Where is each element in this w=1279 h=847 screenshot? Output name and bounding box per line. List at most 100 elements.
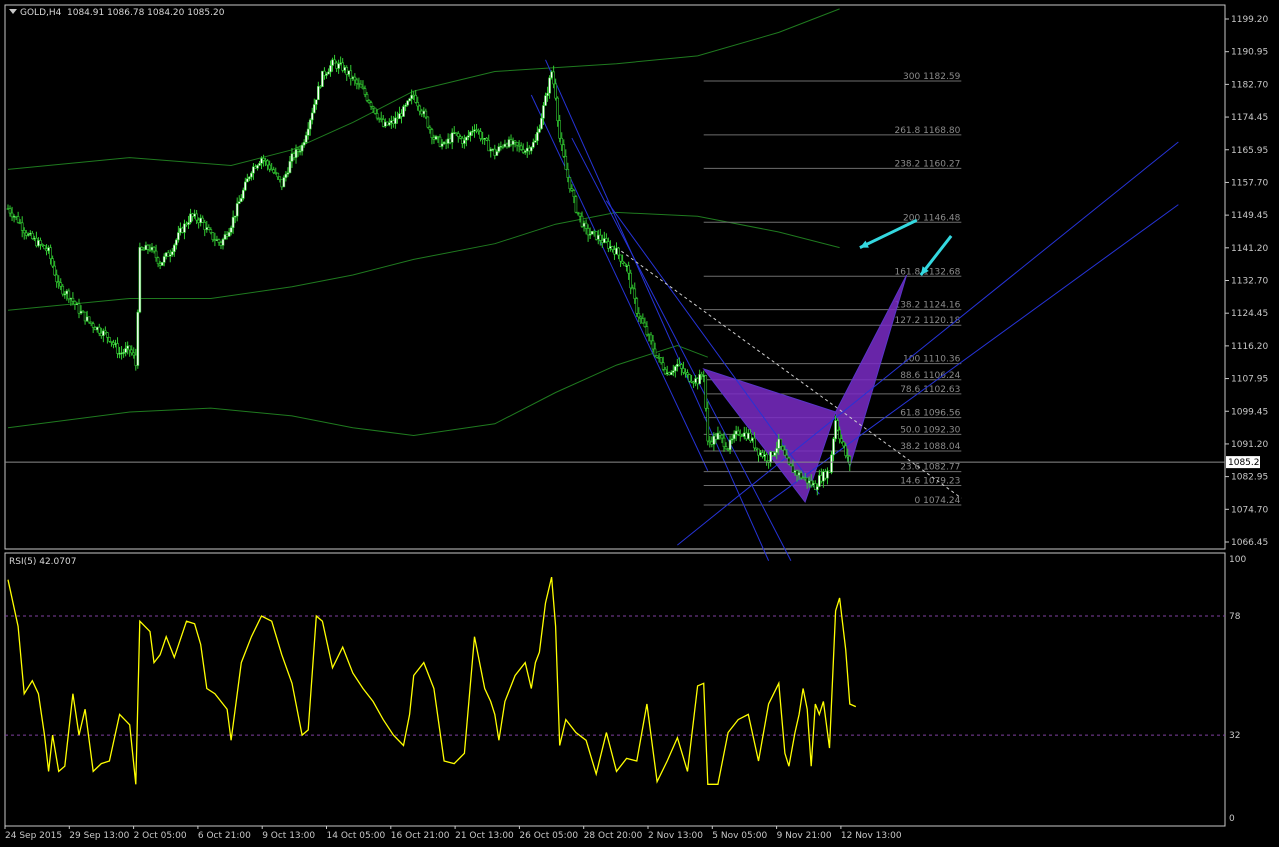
candle-body	[576, 211, 580, 214]
candle-body	[625, 265, 628, 267]
candle-body	[536, 131, 539, 142]
candle-body	[461, 137, 464, 144]
candle-body	[110, 340, 113, 343]
candle-body	[353, 76, 357, 81]
candle-body	[732, 433, 736, 440]
candle-body	[692, 381, 695, 384]
candle-body	[501, 145, 505, 148]
candle-body	[452, 132, 456, 134]
candle-body	[385, 121, 389, 126]
candle-body	[345, 67, 349, 75]
candle-body	[264, 160, 267, 162]
candle-body	[454, 132, 458, 134]
candle-body	[550, 71, 553, 79]
candle-body	[803, 477, 807, 480]
candle-body	[566, 168, 570, 178]
candle-body	[787, 457, 791, 465]
candle-body	[562, 144, 566, 157]
candle-body	[203, 222, 207, 230]
candle-body	[540, 117, 543, 130]
candle-body	[179, 227, 182, 233]
candle-body	[771, 451, 774, 456]
candle-body	[274, 172, 278, 174]
rsi-tick-label: 0	[1229, 814, 1235, 824]
candle-body	[379, 118, 383, 120]
candle-body	[375, 113, 379, 119]
candle-body	[43, 245, 46, 250]
candle-body	[428, 126, 432, 130]
candle-body	[400, 113, 403, 117]
candle-body	[164, 252, 168, 257]
fib-level-label: 50.0 1092.30	[900, 425, 960, 435]
candle-body	[333, 59, 336, 64]
fib-level-label: 61.8 1096.56	[900, 409, 960, 419]
candle-body	[558, 120, 562, 139]
chart-background	[0, 0, 1279, 843]
candle-body	[698, 374, 701, 385]
chart-canvas: 300 1182.59261.8 1168.80238.2 1160.27200…	[0, 0, 1279, 843]
candle-body	[396, 117, 399, 120]
candle-body	[580, 215, 584, 227]
candle-body	[8, 208, 12, 214]
candle-body	[757, 448, 760, 456]
price-tick-label: 1199.20	[1231, 15, 1268, 25]
candle-body	[75, 303, 79, 306]
candle-body	[507, 139, 511, 148]
candle-body	[296, 149, 300, 152]
candle-body	[601, 240, 604, 243]
time-tick-label: 9 Oct 13:00	[262, 831, 315, 841]
candle-body	[343, 67, 347, 71]
candle-body	[278, 176, 282, 180]
candle-body	[371, 106, 375, 109]
candle-body	[775, 448, 779, 453]
candle-body	[412, 94, 415, 97]
candle-body	[724, 446, 728, 450]
candle-body	[552, 71, 555, 85]
candle-body	[519, 145, 523, 150]
candle-body	[426, 116, 430, 128]
candle-body	[89, 321, 93, 324]
candle-body	[173, 244, 176, 253]
fib-level-label: 88.6 1106.24	[900, 371, 960, 381]
candle-body	[130, 349, 134, 354]
candle-body	[534, 140, 537, 143]
candle-body	[150, 246, 154, 251]
candle-body	[485, 137, 488, 141]
candle-body	[809, 480, 813, 486]
candle-body	[807, 480, 811, 484]
candle-body	[436, 136, 440, 138]
candle-body	[450, 132, 454, 143]
candle-body	[554, 83, 557, 99]
price-tick-label: 1124.45	[1231, 309, 1268, 319]
candle-body	[442, 141, 446, 144]
candle-body	[676, 363, 679, 367]
candle-body	[631, 287, 635, 290]
fib-level-label: 161.8 1132.68	[894, 267, 960, 277]
fib-level-label: 23.6 1082.77	[900, 463, 960, 473]
candle-body	[424, 110, 428, 118]
candle-body	[805, 477, 809, 484]
candle-body	[671, 370, 675, 373]
candle-body	[286, 172, 290, 175]
candle-body	[280, 179, 284, 188]
candle-body	[623, 262, 626, 267]
candle-body	[688, 374, 691, 382]
fib-level-label: 138.2 1124.16	[894, 301, 960, 311]
candle-body	[578, 212, 582, 217]
candle-body	[77, 303, 81, 314]
candle-body	[185, 223, 188, 226]
candle-body	[475, 129, 478, 132]
candle-body	[420, 110, 424, 115]
candle-body	[229, 227, 233, 233]
candle-body	[777, 438, 781, 449]
candle-body	[663, 369, 667, 375]
candle-body	[844, 445, 848, 456]
candle-body	[276, 172, 280, 178]
candle-body	[14, 216, 18, 218]
candle-body	[18, 222, 22, 224]
candle-body	[197, 219, 200, 224]
candle-body	[323, 70, 326, 76]
candle-body	[120, 352, 123, 355]
candle-body	[684, 372, 687, 374]
candle-body	[463, 139, 466, 144]
